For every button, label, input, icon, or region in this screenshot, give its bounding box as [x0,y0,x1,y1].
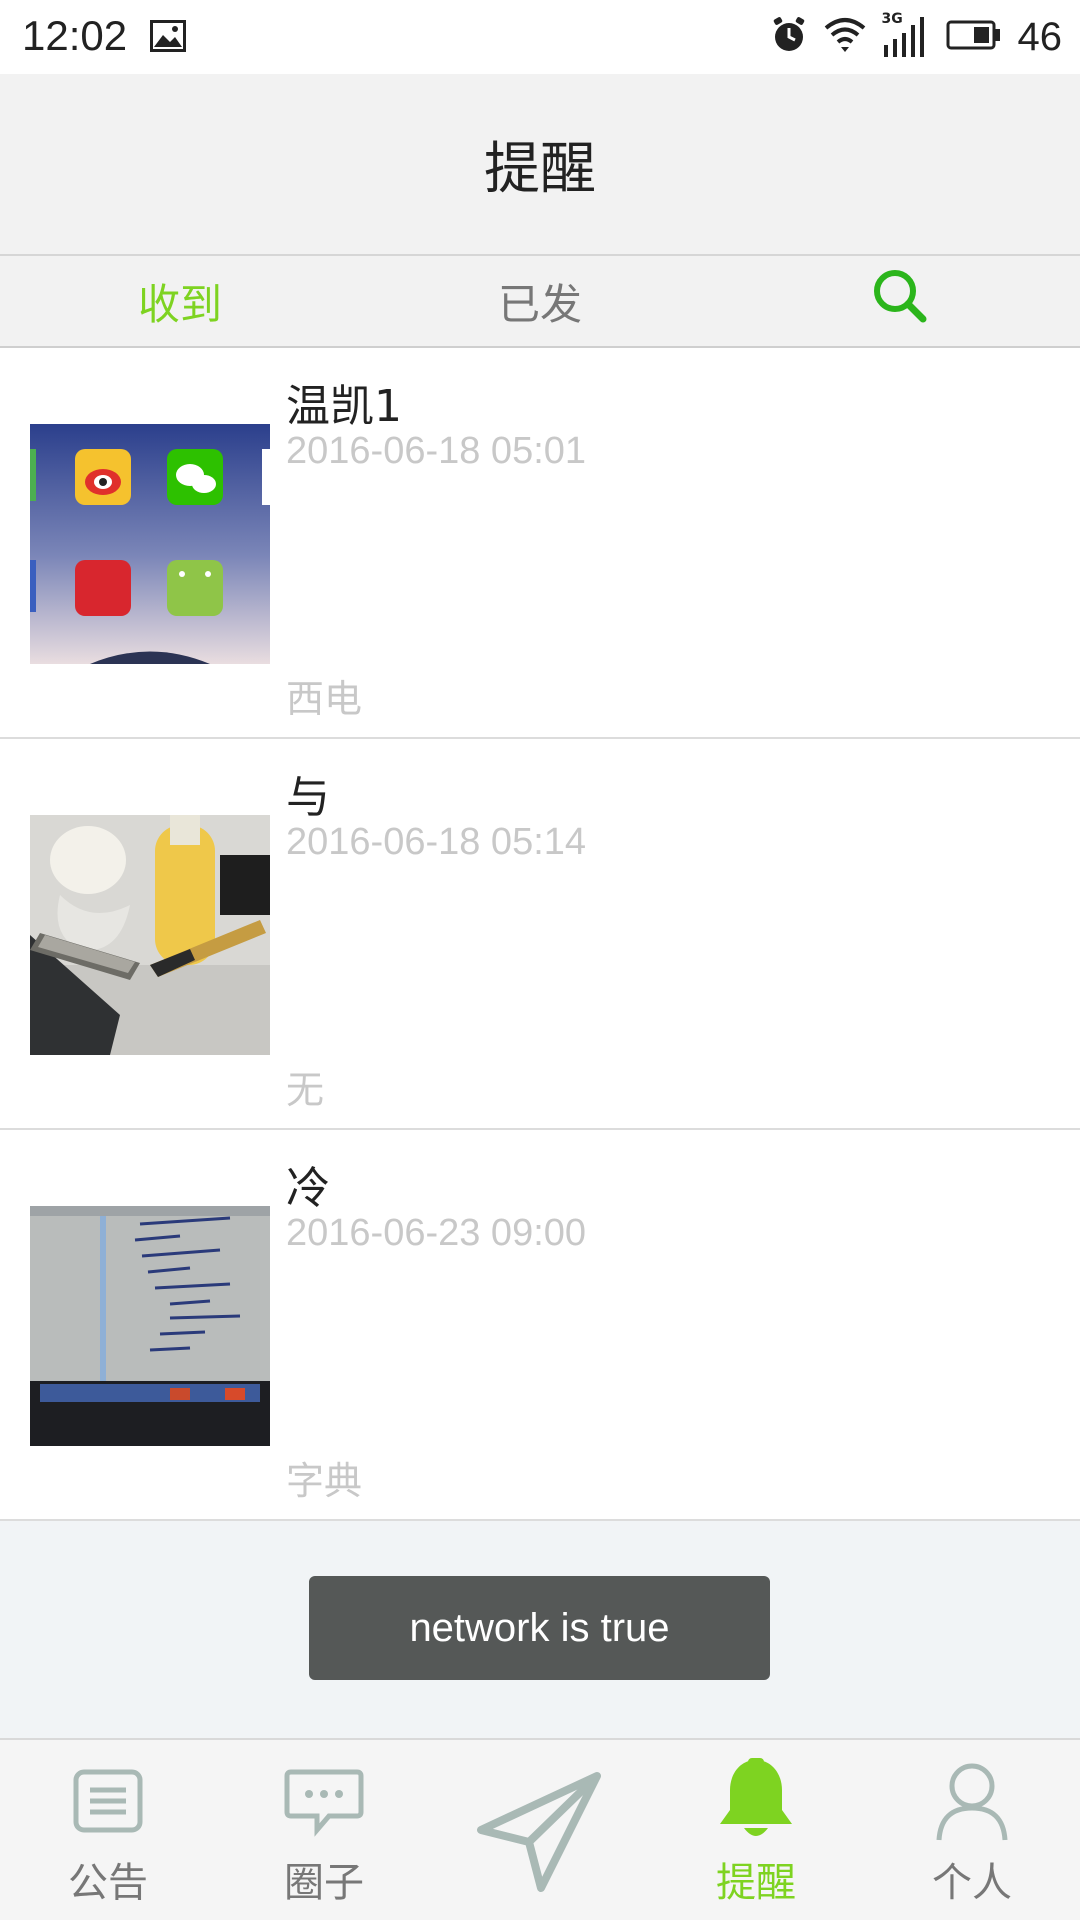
reminder-list: 温凯1 2016-06-18 05:01 西电 与 2016-06-18 05:… [0,348,1080,1521]
status-time: 12:02 [22,12,128,59]
reminder-thumbnail [30,1206,270,1446]
status-icons: 3G 46 [770,11,1063,62]
nav-label: 提醒 [716,1860,796,1906]
nav-notice[interactable]: 公告 [0,1740,216,1920]
nav-profile[interactable]: 个人 [864,1740,1080,1920]
nav-label: 公告 [68,1860,148,1906]
search-button[interactable] [720,256,1080,346]
reminder-place: 西电 [286,677,363,721]
reminder-thumbnail [30,815,270,1055]
reminder-time: 2016-06-18 05:01 [286,430,587,472]
notice-icon [0,1768,216,1834]
bell-icon [648,1758,864,1844]
list-item[interactable]: 与 2016-06-18 05:14 无 [0,739,1080,1130]
nav-circle[interactable]: 圈子 [216,1740,432,1920]
reminder-time: 2016-06-18 05:14 [286,821,587,863]
bottom-nav: 公告 圈子 提醒 个人 [0,1738,1080,1920]
reminder-time: 2016-06-23 09:00 [286,1212,587,1254]
list-item[interactable]: 冷 2016-06-23 09:00 字典 [0,1130,1080,1521]
reminder-place: 字典 [286,1459,363,1503]
toast-message: network is true [309,1576,770,1680]
tab-bar: 收到 已发 [0,256,1080,348]
alarm-icon [770,16,808,58]
tab-sent[interactable]: 已发 [360,256,720,346]
wifi-icon [824,16,866,58]
nav-reminder[interactable]: 提醒 [648,1740,864,1920]
list-item[interactable]: 温凯1 2016-06-18 05:01 西电 [0,348,1080,739]
tab-received[interactable]: 收到 [0,256,360,346]
page-title: 提醒 [484,136,596,202]
nav-send[interactable] [432,1740,648,1920]
status-bar: 12:02 3G 46 [0,0,1080,74]
reminder-name: 与 [286,772,330,823]
search-icon [871,267,929,335]
person-icon [864,1762,1080,1842]
battery-percent: 46 [1017,14,1063,59]
reminder-name: 温凯1 [286,381,402,432]
send-icon [432,1770,648,1894]
screen: 12:02 3G 46 提醒 收到 已发 温凯1 2016-06-18 05:0… [0,0,1080,1920]
reminder-name: 冷 [286,1163,330,1214]
nav-label: 个人 [932,1860,1012,1906]
signal-icon: 3G [882,11,930,59]
nav-label: 圈子 [284,1860,364,1906]
header: 提醒 [0,74,1080,256]
reminder-thumbnail [30,424,270,664]
chat-bubble-icon [216,1768,432,1838]
battery-icon [946,20,1002,54]
reminder-place: 无 [286,1068,325,1112]
image-icon [150,20,186,56]
